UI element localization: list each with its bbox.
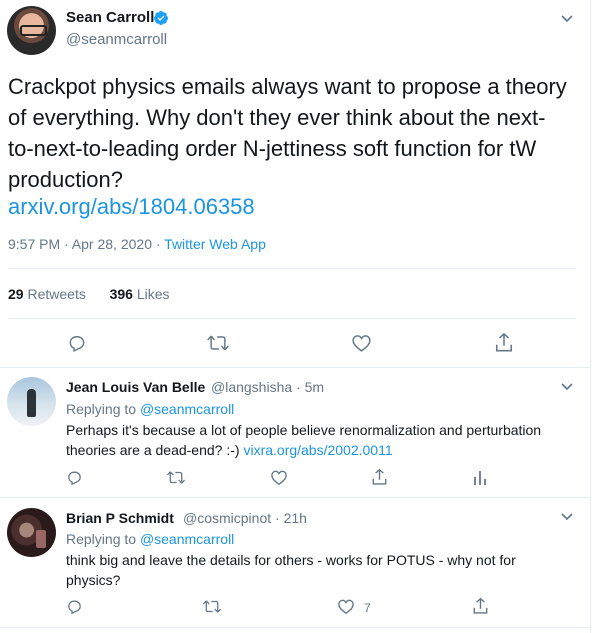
likes-stat[interactable]: 396 Likes (110, 286, 170, 302)
reply-text-line: Perhaps it's because a lot of people bel… (66, 422, 542, 438)
retweet-icon[interactable] (206, 333, 230, 353)
author-handle[interactable]: @seanmcarroll (66, 31, 167, 48)
avatar-glasses-detail (20, 25, 47, 36)
chevron-down-icon[interactable] (561, 513, 573, 521)
avatar-brian-p-schmidt[interactable] (7, 508, 56, 557)
retweet-icon[interactable] (166, 469, 186, 486)
retweets-label: Retweets (27, 286, 86, 302)
tweet-text: Crackpot physics emails always want to p… (8, 74, 567, 192)
divider (0, 627, 590, 628)
reply-text: Perhaps it's because a lot of people bel… (66, 420, 581, 460)
avatar-sean-carroll[interactable] (7, 6, 56, 55)
reply-author-handle[interactable]: @langshisha · 5m (211, 379, 324, 395)
replying-to-prefix: Replying to (66, 531, 140, 547)
like-icon[interactable] (337, 598, 355, 615)
analytics-icon[interactable] (473, 469, 487, 486)
replying-to: Replying to @seanmcarroll (66, 401, 234, 417)
replying-to-handle[interactable]: @seanmcarroll (140, 401, 234, 417)
reply-text-segment: theories are a dead-end? :-) (66, 442, 244, 458)
chevron-down-icon[interactable] (561, 15, 573, 23)
retweet-icon[interactable] (202, 598, 222, 615)
share-icon[interactable] (472, 597, 489, 615)
replying-to-handle[interactable]: @seanmcarroll (140, 531, 234, 547)
tweet-timestamp[interactable]: 9:57 PM · Apr 28, 2020 · (8, 236, 164, 252)
share-icon[interactable] (371, 468, 388, 486)
tweet-meta: 9:57 PM · Apr 28, 2020 · Twitter Web App (8, 236, 266, 252)
reply-text-line: theories are a dead-end? :-) vixra.org/a… (66, 440, 581, 460)
reply-link[interactable]: vixra.org/abs/2002.0011 (243, 442, 392, 458)
author-name[interactable]: Sean Carroll (66, 9, 154, 26)
divider (8, 318, 576, 319)
like-icon[interactable] (351, 333, 372, 353)
reply-icon[interactable] (66, 598, 83, 615)
verified-badge-icon (153, 10, 169, 26)
avatar-wine-glass-detail (36, 530, 46, 548)
share-icon[interactable] (494, 332, 514, 353)
replying-to: Replying to @seanmcarroll (66, 531, 234, 547)
likes-count: 396 (109, 286, 133, 302)
like-count: 7 (364, 601, 371, 615)
retweets-stat[interactable]: 29 Retweets (8, 286, 86, 302)
reply-icon[interactable] (66, 469, 83, 486)
avatar-jean-louis-van-belle[interactable] (7, 377, 56, 426)
reply-author-name[interactable]: Brian P Schmidt (66, 510, 174, 526)
reply-text-line: think big and leave the details for othe… (66, 552, 516, 568)
like-icon[interactable] (270, 469, 288, 486)
tweet-source-app[interactable]: Twitter Web App (164, 236, 266, 252)
chevron-down-icon[interactable] (561, 383, 573, 391)
retweets-count: 29 (8, 286, 24, 302)
avatar-figure-detail (27, 389, 36, 417)
divider (0, 367, 590, 368)
likes-label: Likes (136, 286, 170, 302)
tweet-thread: Sean Carroll @seanmcarroll Crackpot phys… (0, 0, 591, 633)
tweet-link[interactable]: arxiv.org/abs/1804.06358 (8, 191, 255, 222)
divider (0, 497, 590, 498)
divider (8, 268, 576, 269)
reply-text: think big and leave the details for othe… (66, 550, 581, 590)
reply-icon[interactable] (67, 333, 87, 353)
tweet-stats: 29 Retweets 396 Likes (8, 286, 170, 302)
reply-author-name[interactable]: Jean Louis Van Belle (66, 379, 205, 395)
reply-author-handle[interactable]: @cosmicpinot · 21h (183, 510, 307, 526)
replying-to-prefix: Replying to (66, 401, 140, 417)
reply-text-line: physics? (66, 572, 121, 588)
